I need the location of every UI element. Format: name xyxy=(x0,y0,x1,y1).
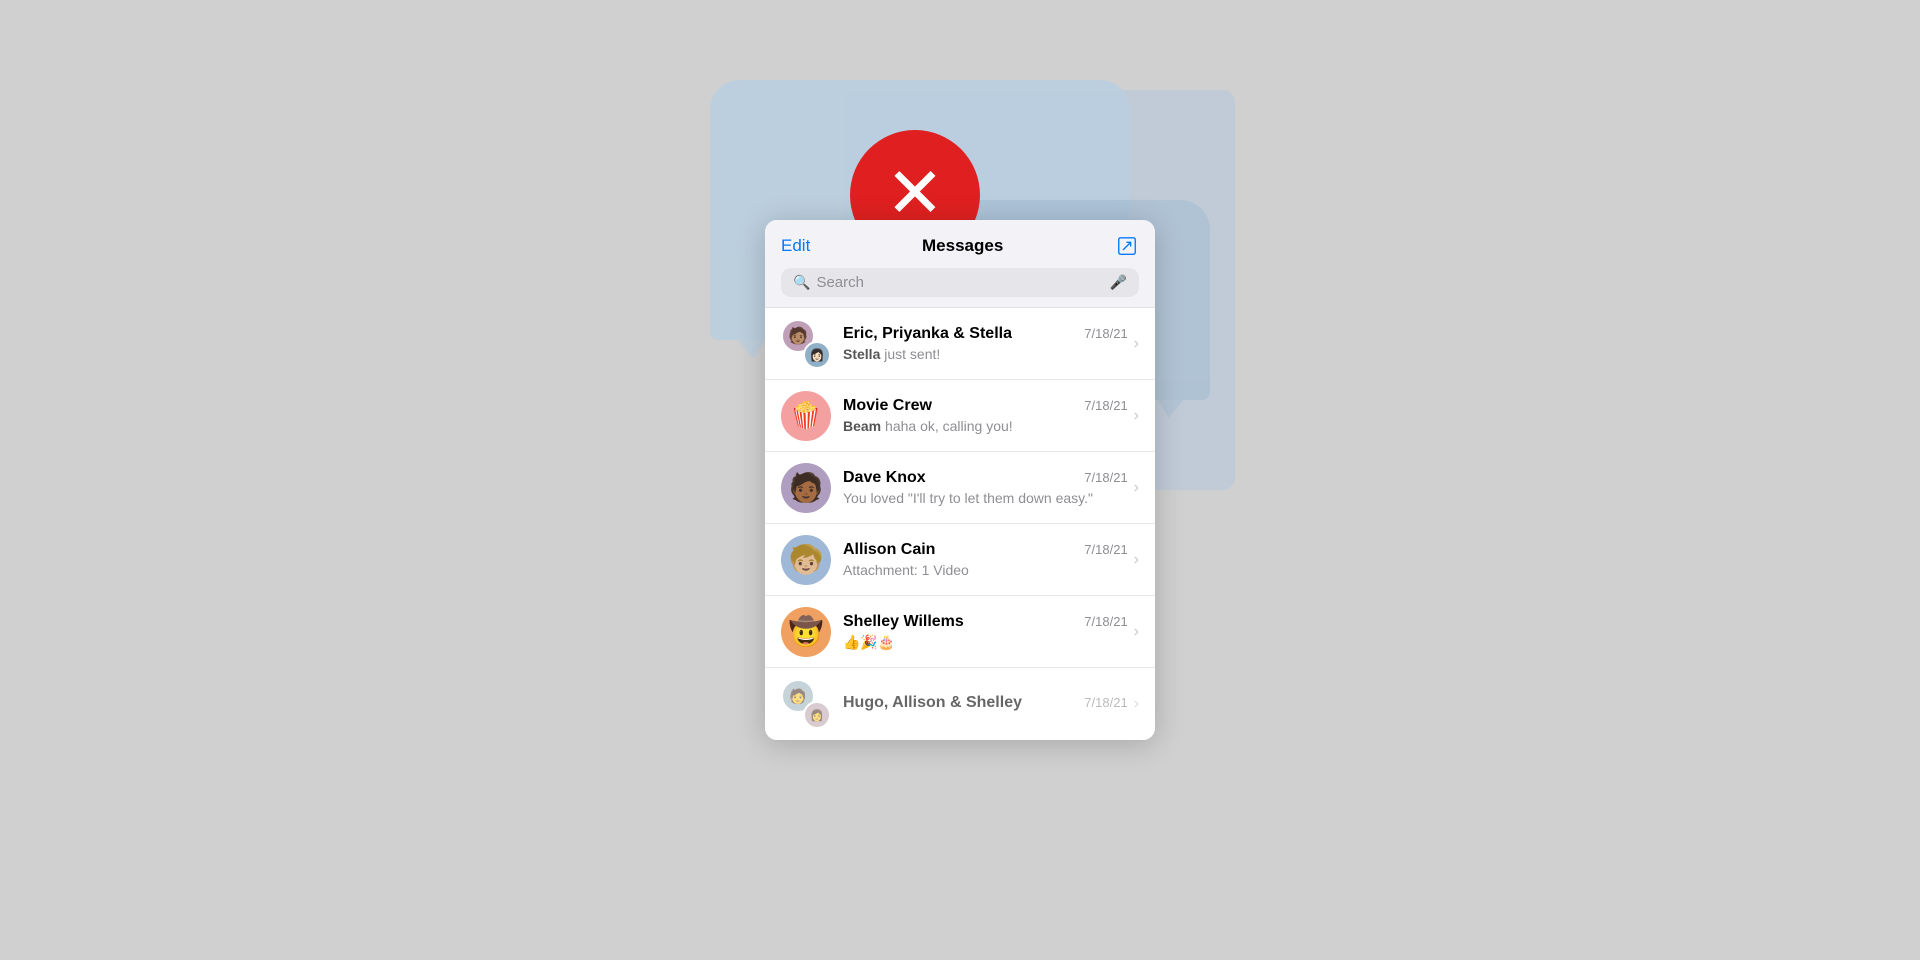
conversation-content: Hugo, Allison & Shelley 7/18/21 xyxy=(843,694,1128,715)
chevron-right-icon: › xyxy=(1134,407,1139,425)
conversation-top: Eric, Priyanka & Stella 7/18/21 xyxy=(843,325,1128,343)
conversation-top: Dave Knox 7/18/21 xyxy=(843,469,1128,487)
conversation-preview: You loved "I'll try to let them down eas… xyxy=(843,490,1128,506)
conversation-content: Eric, Priyanka & Stella 7/18/21 Stella j… xyxy=(843,325,1128,362)
conversation-content: Dave Knox 7/18/21 You loved "I'll try to… xyxy=(843,469,1128,506)
conversation-date: 7/18/21 xyxy=(1084,614,1127,629)
list-item[interactable]: 🧑🏽 👩🏻 Eric, Priyanka & Stella 7/18/21 St… xyxy=(765,308,1155,380)
conversation-date: 7/18/21 xyxy=(1084,542,1127,557)
conversation-top: Movie Crew 7/18/21 xyxy=(843,397,1128,415)
chevron-right-icon: › xyxy=(1134,479,1139,497)
conversation-top: Hugo, Allison & Shelley 7/18/21 xyxy=(843,694,1128,712)
conversation-preview: 👍🎉🎂 xyxy=(843,634,1128,651)
avatar-sub2: 👩 xyxy=(803,701,831,729)
avatar: 🧑🏾 xyxy=(781,463,831,513)
conversation-list: 🧑🏽 👩🏻 Eric, Priyanka & Stella 7/18/21 St… xyxy=(765,308,1155,740)
chevron-right-icon: › xyxy=(1134,551,1139,569)
sender-name: Stella xyxy=(843,346,880,362)
conversation-name: Dave Knox xyxy=(843,469,926,487)
edit-button[interactable]: Edit xyxy=(781,236,810,256)
conversation-top: Allison Cain 7/18/21 xyxy=(843,541,1128,559)
conversation-name: Shelley Willems xyxy=(843,613,964,631)
list-item[interactable]: 🧑🏾 Dave Knox 7/18/21 You loved "I'll try… xyxy=(765,452,1155,524)
avatar: 🤠 xyxy=(781,607,831,657)
chevron-right-icon: › xyxy=(1134,623,1139,641)
list-item[interactable]: 🍿 Movie Crew 7/18/21 Beam haha ok, calli… xyxy=(765,380,1155,452)
conversation-date: 7/18/21 xyxy=(1084,398,1127,413)
conversation-name: Allison Cain xyxy=(843,541,935,559)
sender-name: Beam xyxy=(843,418,881,434)
list-item[interactable]: 🤠 Shelley Willems 7/18/21 👍🎉🎂 › xyxy=(765,596,1155,668)
conversation-content: Allison Cain 7/18/21 Attachment: 1 Video xyxy=(843,541,1128,578)
conversation-content: Movie Crew 7/18/21 Beam haha ok, calling… xyxy=(843,397,1128,434)
avatar: 🧒🏼 xyxy=(781,535,831,585)
conversation-date: 7/18/21 xyxy=(1084,470,1127,485)
header-top: Edit Messages xyxy=(781,234,1139,258)
compose-icon xyxy=(1116,235,1138,257)
search-input[interactable]: Search xyxy=(816,274,1103,291)
avatar: 🧑🏽 👩🏻 xyxy=(781,319,831,369)
conversation-name: Hugo, Allison & Shelley xyxy=(843,694,1022,712)
conversation-date: 7/18/21 xyxy=(1084,695,1127,710)
conversation-name: Eric, Priyanka & Stella xyxy=(843,325,1012,343)
search-icon: 🔍 xyxy=(793,274,810,291)
conversation-top: Shelley Willems 7/18/21 xyxy=(843,613,1128,631)
conversation-date: 7/18/21 xyxy=(1084,326,1127,341)
avatar: 🍿 xyxy=(781,391,831,441)
conversation-preview: Beam haha ok, calling you! xyxy=(843,418,1128,434)
messages-header: Edit Messages 🔍 Search 🎤 xyxy=(765,220,1155,308)
page-title: Messages xyxy=(922,236,1003,256)
compose-button[interactable] xyxy=(1115,234,1139,258)
list-item[interactable]: 🧒🏼 Allison Cain 7/18/21 Attachment: 1 Vi… xyxy=(765,524,1155,596)
conversation-name: Movie Crew xyxy=(843,397,932,415)
search-bar[interactable]: 🔍 Search 🎤 xyxy=(781,268,1139,297)
conversation-content: Shelley Willems 7/18/21 👍🎉🎂 xyxy=(843,613,1128,651)
list-item[interactable]: 🧑 👩 Hugo, Allison & Shelley 7/18/21 › xyxy=(765,668,1155,740)
avatar-sub2: 👩🏻 xyxy=(803,341,831,369)
avatar: 🧑 👩 xyxy=(781,679,831,729)
conversation-preview: Stella just sent! xyxy=(843,346,1128,362)
conversation-preview: Attachment: 1 Video xyxy=(843,562,1128,578)
chevron-right-icon: › xyxy=(1134,695,1139,713)
chevron-right-icon: › xyxy=(1134,335,1139,353)
messages-panel: Edit Messages 🔍 Search 🎤 🧑🏽 👩🏻 xyxy=(765,220,1155,740)
microphone-icon[interactable]: 🎤 xyxy=(1110,274,1127,291)
